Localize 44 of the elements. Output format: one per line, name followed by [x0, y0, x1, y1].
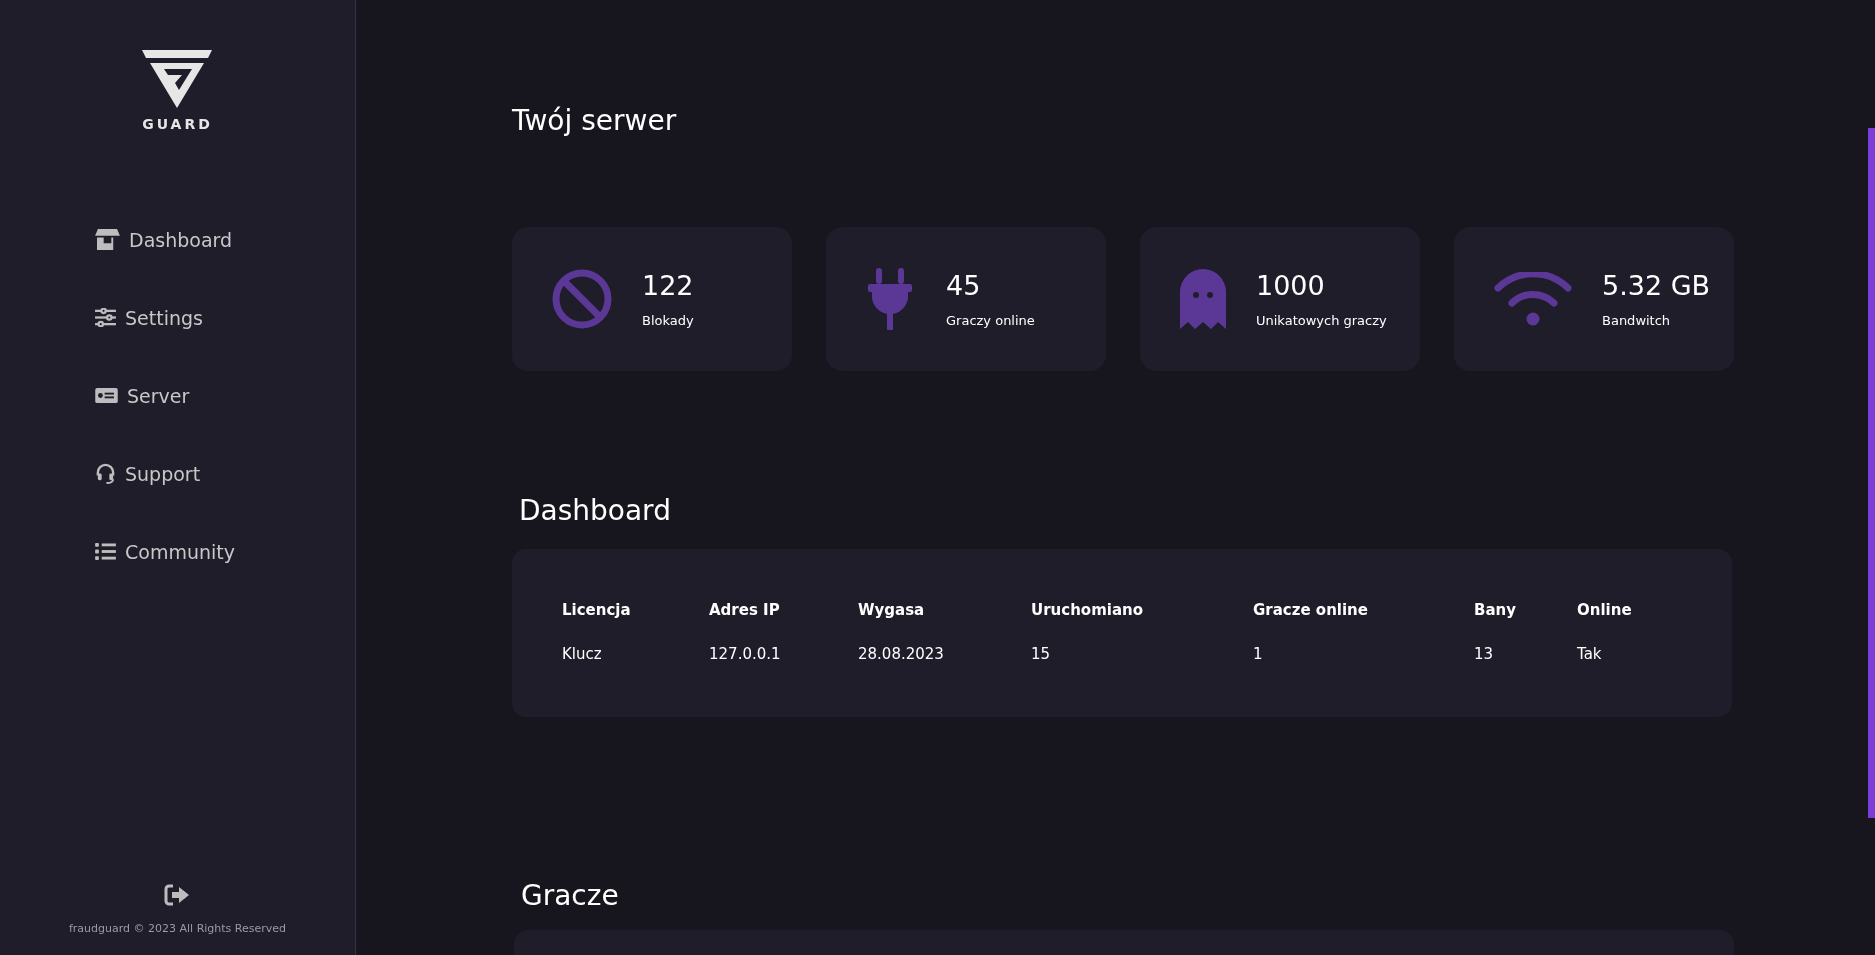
plug-icon — [866, 268, 914, 330]
nav-item[interactable]: Dashboard — [95, 227, 235, 252]
stat-label: Bandwitch — [1602, 313, 1672, 328]
table-cell-text: Tak — [1577, 645, 1603, 663]
table-cell-text: 15 — [1031, 645, 1052, 663]
nav-item[interactable]: Support — [95, 461, 235, 486]
ban-icon — [552, 269, 612, 329]
section-title: Dashboard — [519, 494, 672, 527]
section-title: Gracze — [521, 879, 620, 912]
column-header: Uruchomiano — [1031, 601, 1144, 619]
stat-value: 122 — [642, 270, 694, 301]
list-icon — [95, 543, 116, 560]
column-header: Licencja — [562, 601, 632, 619]
table-cell-text: 127.0.0.1 — [709, 645, 782, 663]
nav-item[interactable]: Community — [95, 539, 235, 564]
store-icon — [95, 229, 120, 250]
page-title: Twój serwer — [512, 104, 678, 139]
headset-icon — [95, 463, 116, 484]
wifi-icon — [1494, 272, 1572, 326]
table-cell-text: 1 — [1253, 645, 1264, 663]
sliders-icon — [95, 308, 116, 327]
logo-icon — [142, 50, 213, 108]
logout-icon[interactable] — [164, 884, 191, 906]
table-cell-text: 28.08.2023 — [858, 645, 945, 663]
logo-text: GUARD — [142, 116, 213, 132]
ghost-icon — [1180, 269, 1226, 329]
stat-value: 1000 — [1256, 270, 1326, 301]
nav-item[interactable]: Server — [95, 383, 235, 408]
table-cell-text: 13 — [1474, 645, 1495, 663]
nav-item[interactable]: Settings — [95, 305, 235, 330]
copyright-text: fraudguard © 2023 All Rights Reserved — [68, 922, 287, 935]
stat-label: Graczy online — [946, 313, 1035, 328]
stat-value: 5.32 GB — [1602, 270, 1711, 301]
column-header: Adres IP — [709, 601, 781, 619]
stat-value: 45 — [946, 270, 982, 301]
column-header: Bany — [1474, 601, 1517, 619]
scrollbar-thumb[interactable] — [1868, 128, 1875, 818]
money-bill-icon — [95, 388, 118, 403]
stat-label: Unikatowych graczy — [1256, 313, 1387, 328]
column-header: Gracze online — [1253, 601, 1369, 619]
table-cell-text: Klucz — [562, 645, 603, 663]
column-header: Online — [1577, 601, 1633, 619]
column-header: Wygasa — [858, 601, 926, 619]
stat-label: Blokady — [642, 313, 694, 328]
